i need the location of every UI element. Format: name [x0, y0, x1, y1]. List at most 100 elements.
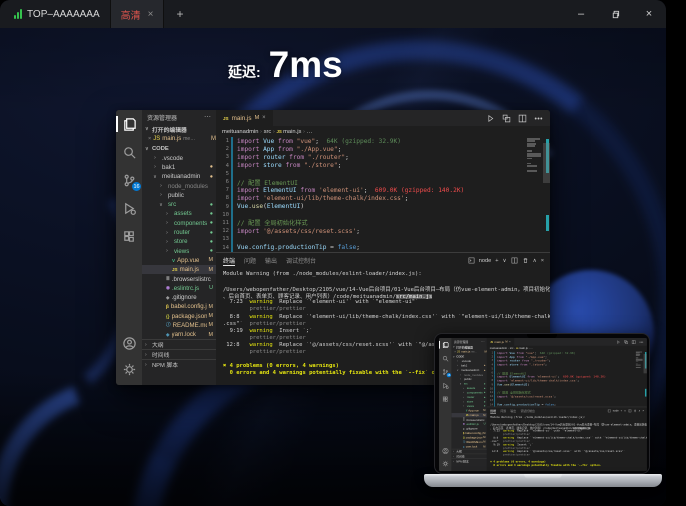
new-terminal-icon[interactable]: +: [621, 409, 623, 412]
session-tab[interactable]: TOP–AAAAAAA: [0, 0, 110, 28]
account-icon[interactable]: [441, 447, 449, 455]
restore-button[interactable]: [598, 0, 632, 28]
tree-item[interactable]: › bak1 ●: [142, 163, 216, 172]
tree-item[interactable]: › public: [142, 191, 216, 200]
chevron-right-icon: ›: [453, 460, 455, 463]
tree-item[interactable]: ∨ src ●: [142, 200, 216, 209]
settings-gear-icon[interactable]: [441, 459, 449, 467]
panel-tab[interactable]: 终端: [490, 408, 496, 413]
shell-name[interactable]: node: [479, 258, 491, 264]
kill-terminal-icon[interactable]: [633, 409, 636, 412]
run-debug-icon[interactable]: [441, 382, 449, 390]
run-icon[interactable]: [486, 114, 495, 123]
minimize-button[interactable]: –: [564, 0, 598, 28]
sidebar-section-header[interactable]: › 大纲: [142, 339, 216, 349]
explorer-icon[interactable]: [441, 341, 449, 349]
sidebar-more-icon[interactable]: ⋯: [204, 113, 211, 121]
breadcrumb[interactable]: meituanadmin › src › JS main.js › …: [216, 126, 550, 137]
source-control-icon[interactable]: 16: [121, 172, 137, 188]
vscode-window: 16 资源管理器 ⋯: [439, 338, 647, 471]
minimap[interactable]: [527, 138, 543, 173]
run-debug-icon[interactable]: [121, 200, 137, 216]
search-icon[interactable]: [441, 354, 449, 362]
shell-name[interactable]: node: [613, 409, 619, 412]
maximize-panel-icon[interactable]: ∧: [639, 409, 641, 412]
chevron-down-icon[interactable]: ∨: [503, 258, 507, 264]
maximize-panel-icon[interactable]: ∧: [533, 258, 537, 264]
sidebar-section-header[interactable]: › NPM 脚本: [451, 459, 486, 464]
close-icon[interactable]: ×: [454, 350, 456, 353]
open-changes-icon[interactable]: [624, 340, 628, 344]
tree-item[interactable]: ⓘ README.md M: [142, 321, 216, 330]
sidebar-section-header[interactable]: › NPM 脚本: [142, 359, 216, 369]
close-panel-icon[interactable]: ×: [642, 409, 644, 412]
panel-tab[interactable]: 问题: [500, 408, 506, 413]
tree-item[interactable]: ◆ .gitignore: [142, 293, 216, 302]
quality-tab[interactable]: 高清 ×: [110, 0, 165, 28]
tree-item[interactable]: › router ●: [142, 228, 216, 237]
close-button[interactable]: ×: [632, 0, 666, 28]
split-terminal-icon[interactable]: [628, 409, 631, 412]
new-terminal-icon[interactable]: +: [495, 258, 498, 264]
panel-tab[interactable]: 终端: [223, 256, 235, 266]
minimap[interactable]: [636, 352, 644, 369]
tree-item[interactable]: › components ●: [142, 219, 216, 228]
latency-label: 延迟:: [228, 62, 261, 82]
quality-tab-close-icon[interactable]: ×: [148, 9, 154, 20]
kill-terminal-icon[interactable]: [522, 257, 529, 264]
tree-item[interactable]: › assets ●: [142, 209, 216, 218]
chevron-down-icon[interactable]: ∨: [624, 409, 626, 412]
new-tab-button[interactable]: +: [164, 0, 195, 28]
search-icon[interactable]: [121, 144, 137, 160]
tree-item[interactable]: › store ●: [142, 237, 216, 246]
editor-tab-mainjs[interactable]: JS main.js M ×: [216, 110, 273, 126]
open-changes-icon[interactable]: [502, 114, 511, 123]
sidebar-more-icon[interactable]: ⋯: [481, 339, 484, 343]
terminal-output[interactable]: Module Warning (from ./node_modules/esli…: [487, 414, 647, 467]
tree-item[interactable]: › node_modules: [142, 181, 216, 190]
close-icon[interactable]: ×: [262, 115, 266, 121]
split-terminal-icon[interactable]: [511, 257, 518, 264]
scrollbar-slider[interactable]: [543, 143, 550, 183]
tree-item[interactable]: ◈ yarn.lock M: [142, 330, 216, 339]
scrollbar-slider[interactable]: [644, 354, 647, 373]
close-icon[interactable]: ×: [148, 136, 151, 142]
panel-tab[interactable]: 调试控制台: [520, 408, 534, 413]
source-control-icon[interactable]: 16: [441, 368, 449, 376]
overview-ruler[interactable]: [644, 351, 647, 407]
run-icon[interactable]: [616, 340, 620, 344]
tree-item[interactable]: ∨ meituanadmin ●: [142, 172, 216, 181]
overview-ruler[interactable]: [543, 137, 550, 252]
panel-tab[interactable]: 调试控制台: [286, 256, 316, 266]
editor-tab-mainjs[interactable]: JS main.js M ×: [487, 338, 514, 346]
extensions-icon[interactable]: [441, 395, 449, 403]
tree-item[interactable]: › .vscode: [142, 154, 216, 163]
code-editor[interactable]: 1 import Vue from "vue"; 64K (gzipped: 3…: [216, 137, 550, 252]
open-editors-header[interactable]: ∨ 打开的编辑器: [142, 124, 216, 134]
panel-tab[interactable]: 输出: [265, 256, 277, 266]
panel-tab[interactable]: 输出: [510, 408, 516, 413]
panel-tab[interactable]: 问题: [244, 256, 256, 266]
split-editor-icon[interactable]: [518, 114, 527, 123]
tree-item[interactable]: JS main.js M: [142, 265, 216, 274]
code-editor[interactable]: 1 import Vue from "vue"; 64K (gzipped: 3…: [487, 351, 647, 407]
tree-item[interactable]: {} package.json M: [142, 312, 216, 321]
more-actions-icon[interactable]: [534, 114, 543, 123]
open-editor-item[interactable]: × JS main.js me… M: [142, 134, 216, 144]
split-editor-icon[interactable]: [632, 340, 636, 344]
more-actions-icon[interactable]: [639, 340, 643, 344]
extensions-icon[interactable]: [121, 228, 137, 244]
tree-item[interactable]: ◉ .eslintrc.js U: [142, 284, 216, 293]
settings-gear-icon[interactable]: [121, 361, 137, 377]
account-icon[interactable]: [121, 335, 137, 351]
close-icon[interactable]: ×: [509, 340, 511, 343]
close-panel-icon[interactable]: ×: [541, 258, 544, 264]
tree-item[interactable]: ≣ .browserslistrc: [142, 274, 216, 283]
explorer-icon[interactable]: [121, 116, 137, 132]
tree-item[interactable]: V App.vue M: [142, 256, 216, 265]
tree-item[interactable]: β babel.config.js M: [142, 302, 216, 311]
sidebar-section-header[interactable]: › 时间线: [142, 349, 216, 359]
panel-tab-bar: 终端问题输出调试控制台 node + ∨ ∧ ×: [487, 407, 647, 414]
tree-item[interactable]: › views ●: [142, 246, 216, 255]
workspace-root-header[interactable]: ∨ CODE: [142, 144, 216, 154]
